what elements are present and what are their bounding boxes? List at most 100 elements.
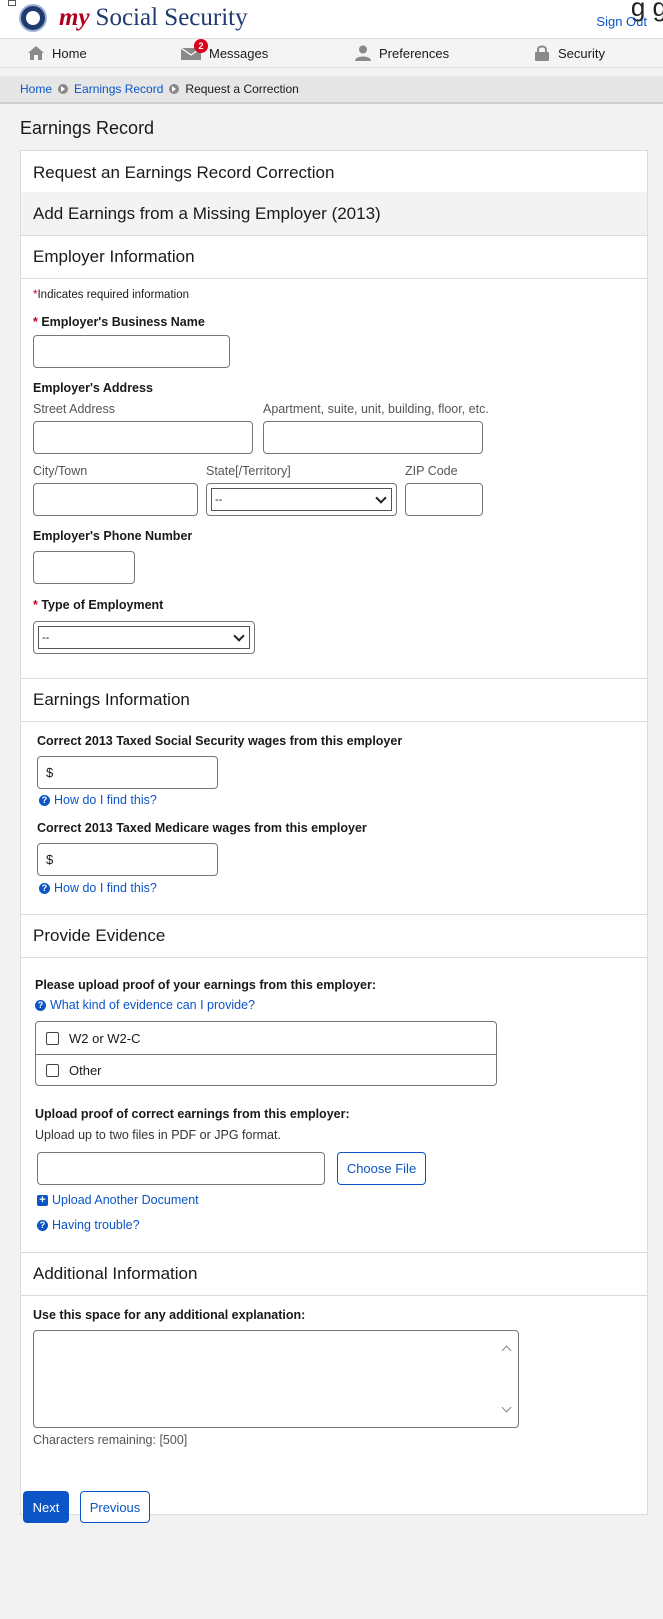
chars-remaining: Characters remaining: [500]: [33, 1433, 188, 1447]
section-additional-title: Additional Information: [21, 1252, 647, 1296]
employment-type-selected-value: --: [42, 631, 50, 644]
nav-security-label: Security: [558, 45, 605, 61]
apt-input[interactable]: [263, 421, 483, 454]
upload-note: Upload up to two files in PDF or JPG for…: [35, 1128, 281, 1142]
upload-prompt: Please upload proof of your earnings fro…: [35, 978, 377, 992]
next-button[interactable]: Next: [23, 1491, 69, 1523]
medicare-wages-label: Correct 2013 Taxed Medicare wages from t…: [37, 821, 367, 835]
page-title: Earnings Record: [20, 118, 155, 138]
breadcrumb-separator-icon: [169, 84, 180, 94]
main-nav: Home 2 Messages Preferences Security: [0, 38, 663, 68]
chevron-down-icon: [375, 491, 387, 504]
street-label: Street Address: [33, 402, 115, 416]
section-request-title: Request an Earnings Record Correction: [21, 151, 647, 195]
medicare-wages-input[interactable]: $: [37, 843, 218, 876]
evidence-help-text: What kind of evidence can I provide?: [50, 998, 255, 1012]
evidence-help-link[interactable]: ? What kind of evidence can I provide?: [35, 998, 255, 1012]
evidence-type-list: W2 or W2-C Other: [35, 1021, 497, 1086]
nav-messages[interactable]: 2 Messages: [180, 39, 269, 61]
ss-wages-help-link[interactable]: ? How do I find this?: [39, 793, 157, 807]
city-input[interactable]: [33, 483, 198, 516]
section-earnings-info-title: Earnings Information: [21, 678, 647, 722]
lock-icon: [535, 45, 549, 61]
checkbox[interactable]: [46, 1064, 59, 1077]
site-brand[interactable]: my Social Security: [59, 4, 248, 32]
currency-symbol: $: [46, 852, 54, 867]
brand-name: Social Security: [95, 4, 248, 31]
evidence-option-w2[interactable]: W2 or W2-C: [36, 1022, 496, 1054]
breadcrumb-home[interactable]: Home: [20, 82, 52, 96]
chevron-down-icon: [233, 629, 245, 642]
phone-label: Employer's Phone Number: [33, 529, 193, 543]
having-trouble-link[interactable]: ? Having trouble?: [37, 1218, 140, 1232]
employment-type-label: * Type of Employment: [33, 598, 163, 612]
nav-preferences-label: Preferences: [379, 45, 450, 61]
ssa-seal-logo: [19, 4, 47, 32]
state-select[interactable]: --: [206, 483, 397, 516]
apt-label: Apartment, suite, unit, building, floor,…: [263, 402, 489, 416]
nav-home[interactable]: Home: [27, 45, 87, 61]
breadcrumb-current: Request a Correction: [185, 82, 299, 96]
nav-messages-label: Messages: [209, 45, 269, 61]
plus-icon: +: [37, 1194, 48, 1206]
scroll-down-icon[interactable]: [501, 1402, 512, 1413]
upload-another-link[interactable]: + Upload Another Document: [37, 1193, 199, 1207]
required-note-text: Indicates required information: [37, 289, 189, 301]
upload-label: Upload proof of correct earnings from th…: [35, 1107, 350, 1121]
nav-home-label: Home: [52, 45, 87, 61]
state-label: State[/Territory]: [206, 464, 291, 478]
street-address-input[interactable]: [33, 421, 253, 454]
question-icon: ?: [39, 882, 50, 894]
question-icon: ?: [37, 1219, 48, 1231]
checkbox[interactable]: [46, 1031, 59, 1045]
breadcrumb-separator-icon: [58, 84, 69, 94]
help-link-text: How do I find this?: [54, 881, 157, 895]
having-trouble-text: Having trouble?: [52, 1218, 140, 1232]
required-note: *Indicates required information: [33, 289, 189, 301]
city-label: City/Town: [33, 464, 88, 478]
previous-button[interactable]: Previous: [80, 1491, 150, 1523]
zip-input[interactable]: [405, 483, 483, 516]
state-selected-value: --: [215, 493, 223, 506]
state-select-inner: --: [211, 488, 392, 511]
file-name-input[interactable]: [37, 1152, 325, 1185]
sign-out-link[interactable]: Sign Out: [596, 14, 647, 29]
address-label: Employer's Address: [33, 381, 153, 395]
business-name-label-text: Employer's Business Name: [41, 315, 205, 329]
nav-security[interactable]: Security: [533, 45, 605, 61]
explanation-label: Use this space for any additional explan…: [33, 1308, 306, 1322]
business-name-label: * Employer's Business Name: [33, 315, 205, 329]
zip-label: ZIP Code: [405, 464, 458, 478]
question-icon: ?: [35, 999, 46, 1011]
employment-type-select[interactable]: --: [33, 621, 255, 654]
breadcrumb-earnings-record[interactable]: Earnings Record: [74, 82, 163, 96]
ss-wages-input[interactable]: $: [37, 756, 218, 789]
choose-file-button[interactable]: Choose File: [337, 1152, 426, 1185]
medicare-wages-help-link[interactable]: ? How do I find this?: [39, 881, 157, 895]
evidence-option-label: W2 or W2-C: [69, 1030, 141, 1046]
employment-type-label-text: Type of Employment: [41, 598, 164, 612]
evidence-option-label: Other: [69, 1063, 102, 1078]
form-card: Request an Earnings Record Correction Ad…: [20, 150, 648, 1515]
window-minimize-icon[interactable]: [8, 0, 16, 6]
evidence-option-other[interactable]: Other: [36, 1054, 496, 1086]
section-employer-info-title: Employer Information: [21, 235, 647, 279]
nav-preferences[interactable]: Preferences: [354, 45, 449, 61]
phone-input[interactable]: [33, 551, 135, 584]
currency-symbol: $: [46, 765, 54, 780]
section-add-earnings-title: Add Earnings from a Missing Employer (20…: [21, 192, 647, 236]
ss-wages-label: Correct 2013 Taxed Social Security wages…: [37, 734, 403, 748]
explanation-textarea[interactable]: [33, 1330, 519, 1428]
business-name-input[interactable]: [33, 335, 230, 368]
breadcrumb: Home Earnings Record Request a Correctio…: [0, 76, 663, 104]
question-icon: ?: [39, 794, 50, 806]
home-icon: [28, 46, 44, 60]
upload-another-text: Upload Another Document: [52, 1193, 199, 1207]
section-evidence-title: Provide Evidence: [21, 914, 647, 958]
employment-type-select-inner: --: [38, 626, 250, 649]
scroll-up-icon[interactable]: [501, 1345, 512, 1356]
top-bar: my Social Security g g Sign Out: [0, 0, 663, 38]
messages-count-badge: 2: [194, 39, 208, 53]
user-icon: [355, 45, 371, 61]
brand-my: my: [59, 4, 90, 31]
